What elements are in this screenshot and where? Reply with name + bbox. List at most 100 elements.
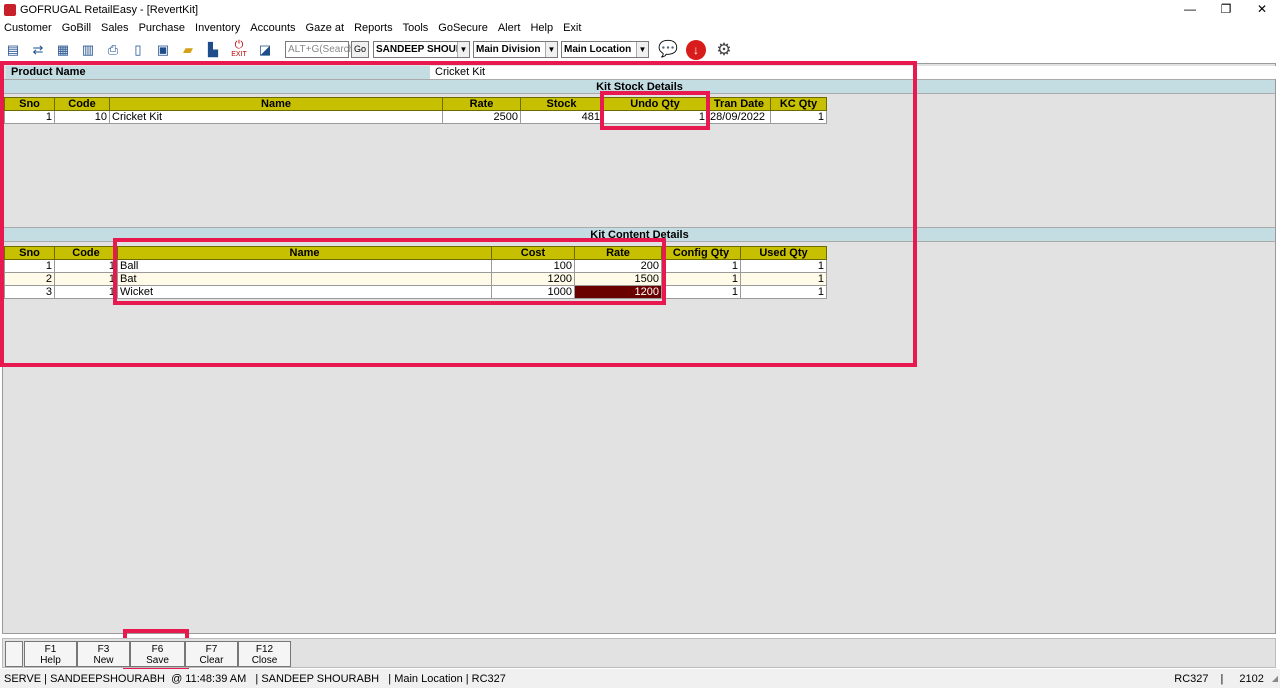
bar-chart-icon[interactable]: ▙ — [203, 40, 223, 60]
file-save-icon[interactable]: ▣ — [153, 40, 173, 60]
undo-qty-input[interactable]: 1 — [602, 110, 708, 124]
exit-label: EXIT — [231, 51, 247, 58]
kit-content-header-row: Sno Code Name Cost Rate Config Qty Used … — [4, 246, 827, 260]
col-rate: Rate — [442, 97, 521, 111]
calculator-icon[interactable]: ▦ — [53, 40, 73, 60]
new-button[interactable]: F3 New — [77, 641, 130, 667]
window-title: GOFRUGAL RetailEasy - [RevertKit] — [20, 3, 199, 16]
cell-sno: 3 — [4, 285, 55, 299]
product-name-field[interactable]: Cricket Kit — [434, 66, 1276, 79]
menu-reports[interactable]: Reports — [354, 22, 393, 34]
chart-window-icon[interactable]: ◪ — [255, 40, 275, 60]
menu-inventory[interactable]: Inventory — [195, 22, 240, 34]
menu-alert[interactable]: Alert — [498, 22, 521, 34]
status-text: SERVE | SANDEEPSHOURABH @ 11:48:39 AM | … — [4, 672, 506, 685]
menu-purchase[interactable]: Purchase — [139, 22, 185, 34]
table-row[interactable]: 1 1 Ball 100 200 1 1 — [4, 259, 827, 273]
cell-sno: 1 — [4, 259, 55, 273]
barcode-icon[interactable]: ▥ — [78, 40, 98, 60]
status-separator: | — [1220, 672, 1224, 685]
product-name-label: Product Name — [6, 66, 430, 79]
cell-name: Bat — [117, 272, 492, 286]
folder-icon[interactable]: ▰ — [178, 40, 198, 60]
cell-rate[interactable]: 1500 — [574, 272, 662, 286]
menu-accounts[interactable]: Accounts — [250, 22, 295, 34]
go-button[interactable]: Go — [351, 41, 369, 58]
app-window: GOFRUGAL RetailEasy - [RevertKit] — ❐ ✕ … — [0, 0, 1280, 688]
report-icon[interactable]: ▤ — [3, 40, 23, 60]
chevron-down-icon: ▼ — [636, 42, 648, 57]
cell-sno: 1 — [4, 110, 55, 124]
cell-used-qty: 1 — [740, 259, 827, 273]
title-bar: GOFRUGAL RetailEasy - [RevertKit] — ❐ ✕ — [0, 0, 1280, 19]
download-alert-icon[interactable]: ↓ — [686, 39, 706, 60]
kit-stock-details-header: Kit Stock Details — [4, 79, 1275, 94]
status-number: 2102 — [1239, 672, 1264, 685]
selected-rate-cell[interactable]: 1200 — [574, 285, 662, 299]
transfer-icon[interactable]: ⇄ — [28, 40, 48, 60]
chevron-down-icon: ▼ — [545, 42, 557, 57]
cell-code: 1 — [54, 285, 118, 299]
menu-tools[interactable]: Tools — [403, 22, 429, 34]
printer-icon[interactable]: ⎙ — [103, 40, 123, 60]
document-icon[interactable]: ▯ — [128, 40, 148, 60]
cell-name: Wicket — [117, 285, 492, 299]
search-input[interactable]: ALT+G(Search) — [285, 41, 358, 58]
kit-stock-header-row: Sno Code Name Rate Stock Undo Qty Tran D… — [4, 97, 827, 111]
table-row[interactable]: 2 1 Bat 1200 1500 1 1 — [4, 272, 827, 286]
location-select[interactable]: Main Location ▼ — [561, 41, 649, 58]
clear-button[interactable]: F7 Clear — [185, 641, 238, 667]
kit-content-table: Sno Code Name Cost Rate Config Qty Used … — [4, 246, 827, 299]
menu-exit[interactable]: Exit — [563, 22, 581, 34]
cell-kc-qty: 1 — [770, 110, 827, 124]
cell-rate: 2500 — [442, 110, 521, 124]
cell-name: Ball — [117, 259, 492, 273]
menu-bar: Customer GoBill Sales Purchase Inventory… — [0, 19, 1280, 36]
col-used-qty: Used Qty — [740, 246, 827, 260]
kit-stock-table: Sno Code Name Rate Stock Undo Qty Tran D… — [4, 97, 827, 124]
gear-icon[interactable]: ⚙ — [714, 40, 734, 60]
chevron-down-icon: ▼ — [457, 42, 469, 57]
cell-used-qty: 1 — [740, 272, 827, 286]
status-code: RC327 — [1174, 672, 1209, 685]
division-select[interactable]: Main Division ▼ — [473, 41, 558, 58]
kit-content-details-header: Kit Content Details — [4, 227, 1275, 242]
function-key-bar: F1 Help F3 New F6 Save F7 Clear F12 Clos… — [2, 638, 1276, 668]
close-form-button[interactable]: F12 Close — [238, 641, 291, 667]
cell-cost: 1200 — [491, 272, 575, 286]
restore-button[interactable]: ❐ — [1208, 0, 1244, 19]
clear-key: F7 — [205, 644, 218, 655]
user-select[interactable]: SANDEEP SHOURA ▼ — [373, 41, 470, 58]
col-config-qty: Config Qty — [661, 246, 741, 260]
close-key: F12 — [255, 644, 274, 655]
menu-sales[interactable]: Sales — [101, 22, 129, 34]
menu-gosecure[interactable]: GoSecure — [438, 22, 488, 34]
clear-label: Clear — [199, 655, 224, 666]
table-row[interactable]: 3 1 Wicket 1000 1200 1 1 — [4, 285, 827, 299]
menu-gaze-at[interactable]: Gaze at — [306, 22, 345, 34]
cell-code: 10 — [54, 110, 110, 124]
col-code: Code — [54, 97, 110, 111]
cell-config-qty: 1 — [661, 272, 741, 286]
menu-gobill[interactable]: GoBill — [62, 22, 91, 34]
exit-button[interactable]: ⏻ EXIT — [228, 39, 250, 61]
menu-help[interactable]: Help — [530, 22, 553, 34]
col-name: Name — [109, 97, 443, 111]
save-button[interactable]: F6 Save — [130, 641, 185, 667]
cell-code: 1 — [54, 272, 118, 286]
cell-cost: 100 — [491, 259, 575, 273]
cell-rate[interactable]: 200 — [574, 259, 662, 273]
help-label: Help — [40, 655, 61, 666]
close-label: Close — [251, 655, 278, 666]
chat-icon[interactable]: 💬 — [658, 40, 680, 60]
save-key: F6 — [151, 644, 164, 655]
close-button[interactable]: ✕ — [1244, 0, 1280, 19]
cell-cost: 1000 — [491, 285, 575, 299]
help-button[interactable]: F1 Help — [24, 641, 77, 667]
new-key: F3 — [97, 644, 110, 655]
minimize-button[interactable]: — — [1172, 0, 1208, 19]
menu-customer[interactable]: Customer — [4, 22, 52, 34]
table-row[interactable]: 1 10 Cricket Kit 2500 481 1 28/09/2022 1 — [4, 110, 827, 124]
power-icon: ⏻ — [234, 39, 244, 51]
user-select-value: SANDEEP SHOURA — [376, 44, 470, 55]
